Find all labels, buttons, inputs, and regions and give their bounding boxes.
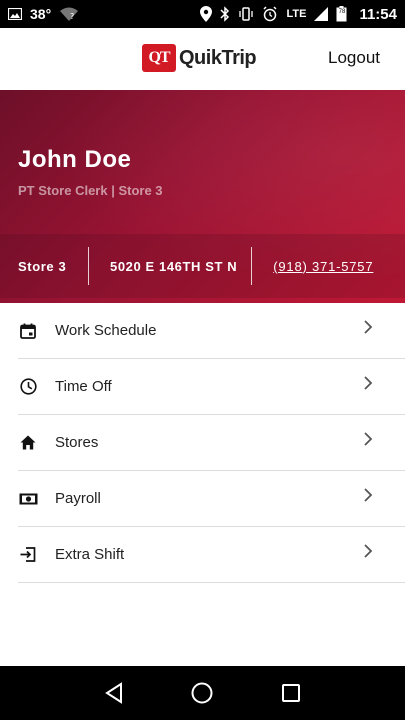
menu-item-time-off[interactable]: Time Off: [18, 359, 405, 415]
money-icon: [18, 489, 38, 509]
svg-text:?: ?: [70, 12, 74, 21]
vibrate-icon: [238, 7, 254, 21]
login-icon: [18, 545, 38, 565]
logout-button[interactable]: Logout: [328, 48, 380, 68]
menu-item-payroll[interactable]: Payroll: [18, 471, 405, 527]
system-nav-bar: [0, 666, 405, 720]
recents-button[interactable]: [276, 678, 306, 708]
menu-item-label: Work Schedule: [55, 322, 157, 339]
chevron-right-icon: [363, 319, 373, 340]
store-phone-link[interactable]: (918) 371-5757: [252, 259, 373, 274]
menu-item-stores[interactable]: Stores: [18, 415, 405, 471]
chevron-right-icon: [363, 431, 373, 452]
network-type: LTE: [286, 8, 307, 20]
logo-mark: QT: [142, 44, 176, 72]
store-address: 5020 E 146TH ST N: [110, 258, 238, 274]
chevron-right-icon: [363, 487, 373, 508]
clock: 11:54: [359, 5, 397, 23]
main-menu: Work Schedule Time Off Stores Payroll Ex…: [0, 303, 405, 583]
temperature-readout: 38°: [30, 6, 52, 22]
chevron-right-icon: [363, 375, 373, 396]
store-label: Store 3: [18, 258, 67, 274]
home-icon: [18, 433, 38, 453]
store-info-bar: Store 3 5020 E 146TH ST N (918) 371-5757: [0, 234, 405, 298]
menu-item-work-schedule[interactable]: Work Schedule: [18, 303, 405, 359]
home-button[interactable]: [187, 678, 217, 708]
location-icon: [200, 6, 213, 22]
app-header: QT QuikTrip Logout: [0, 28, 405, 90]
wifi-icon: ?: [59, 7, 79, 21]
menu-item-label: Extra Shift: [55, 546, 125, 563]
signal-icon: [314, 7, 329, 21]
menu-item-label: Stores: [55, 434, 99, 451]
battery-icon: 78: [336, 6, 347, 22]
clock-icon: [18, 377, 38, 397]
battery-level: 78: [338, 9, 346, 15]
app-screen: 38° ? LTE 78 11:54 QT QuikTrip Logout Jo…: [0, 0, 405, 720]
alarm-icon: [262, 6, 278, 22]
chevron-right-icon: [363, 543, 373, 564]
calendar-icon: [18, 321, 38, 341]
back-button[interactable]: [99, 678, 129, 708]
employee-role: PT Store Clerk | Store 3: [18, 183, 163, 198]
quiktrip-logo: QT QuikTrip: [142, 44, 257, 72]
logo-wordmark: QuikTrip: [179, 46, 257, 69]
menu-item-label: Payroll: [55, 490, 101, 507]
employee-name: John Doe: [18, 146, 132, 173]
status-bar: 38° ? LTE 78 11:54: [0, 0, 405, 28]
menu-item-label: Time Off: [55, 378, 112, 395]
bluetooth-icon: [220, 6, 230, 22]
profile-header: John Doe PT Store Clerk | Store 3 Store …: [0, 90, 405, 303]
image-icon: [8, 8, 22, 20]
menu-item-extra-shift[interactable]: Extra Shift: [18, 527, 405, 583]
